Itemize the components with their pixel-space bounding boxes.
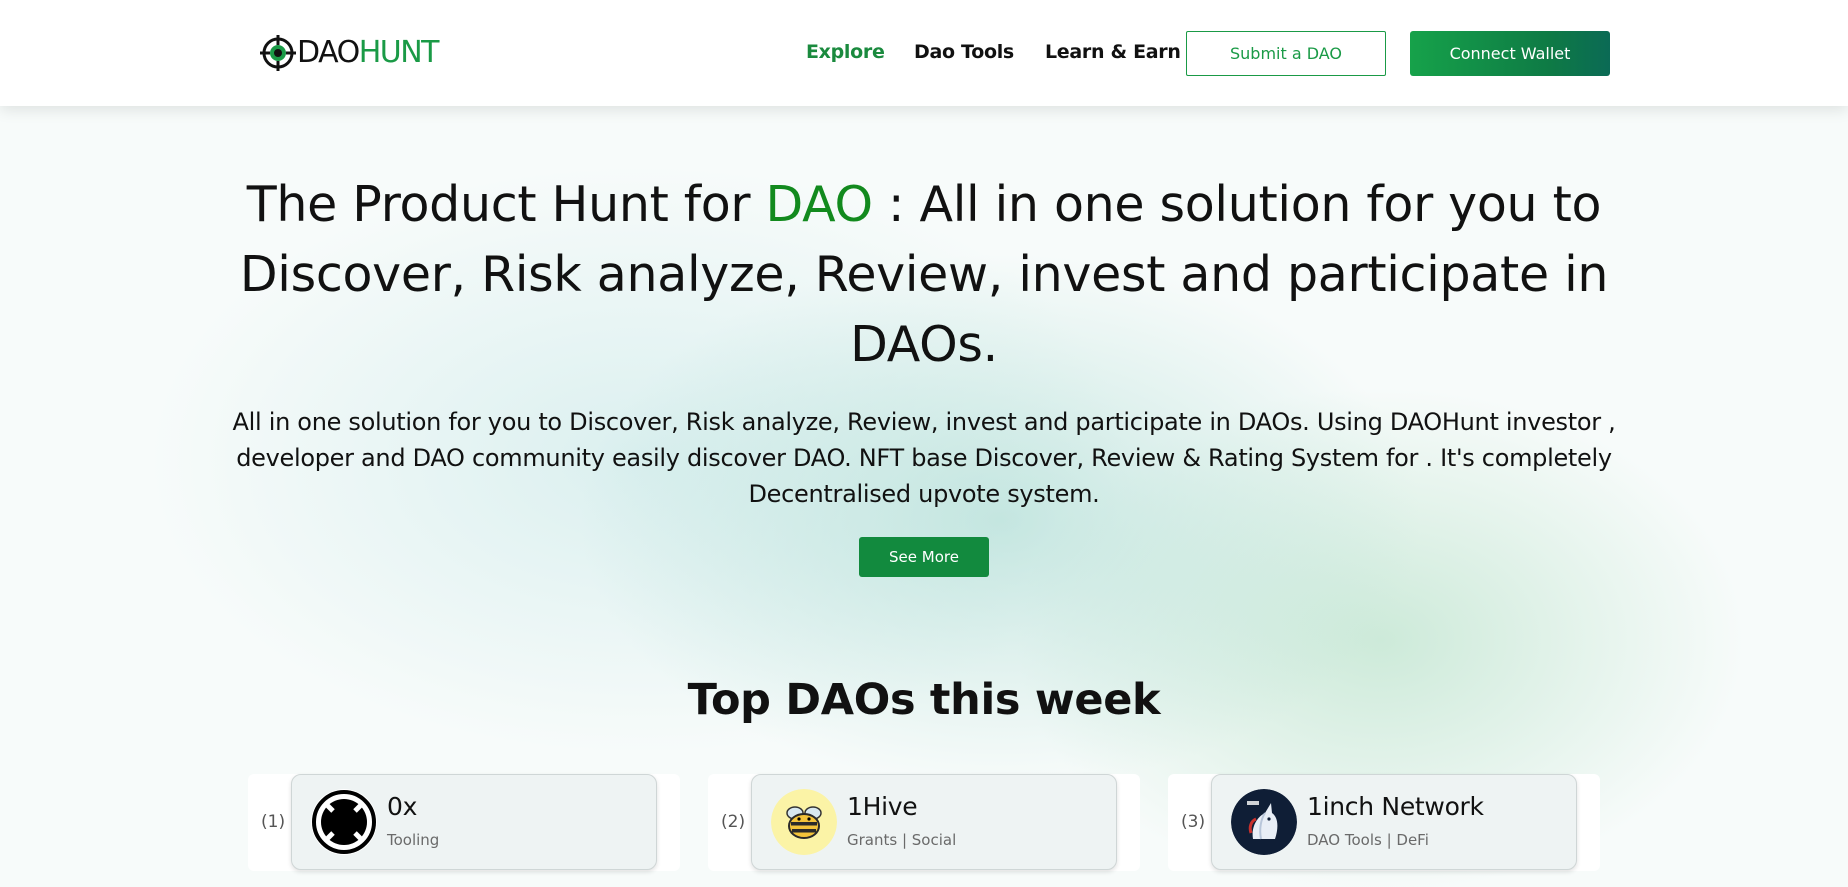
nav-explore[interactable]: Explore [806, 40, 885, 64]
logo-text-dao: DAO [297, 35, 360, 70]
dao-name: 1inch Network [1307, 792, 1484, 821]
dao-card[interactable]: 1Hive Grants | Social [751, 774, 1117, 870]
top-dao-card-1[interactable]: (1) 0x Tooling [248, 774, 680, 871]
hero-description: All in one solution for you to Discover,… [232, 408, 1616, 508]
top-navbar: DAOHUNT Explore Dao Tools Learn & Earn S… [0, 0, 1848, 106]
dao-tags: DAO Tools | DeFi [1307, 831, 1429, 849]
dao-name: 1Hive [847, 792, 918, 821]
dao-card[interactable]: 1inch Network DAO Tools | DeFi [1211, 774, 1577, 870]
unicorn-icon [1231, 789, 1297, 855]
crosshair-icon [260, 35, 296, 71]
rank-number: (3) [1181, 812, 1206, 832]
bee-icon [771, 789, 837, 855]
daohunt-logo[interactable]: DAOHUNT [260, 33, 440, 73]
submit-dao-button[interactable]: Submit a DAO [1186, 31, 1386, 76]
nav-learn-earn[interactable]: Learn & Earn [1045, 40, 1181, 64]
hero-title-part1: The Product Hunt for [246, 176, 766, 233]
dao-name: 0x [387, 792, 418, 821]
logo-text-hunt: HUNT [358, 35, 440, 70]
connect-wallet-button[interactable]: Connect Wallet [1410, 31, 1610, 76]
dao-card[interactable]: 0x Tooling [291, 774, 657, 870]
top-dao-card-3[interactable]: (3) 1inch Network DAO Tools | DeFi [1168, 774, 1600, 871]
rank-number: (2) [721, 812, 746, 832]
hero-title-accent: DAO [765, 176, 874, 233]
top-daos-title: Top DAOs this week [687, 675, 1161, 725]
logo-text: DAOHUNT [297, 35, 440, 70]
dao-tags: Tooling [387, 831, 440, 849]
nav-dao-tools[interactable]: Dao Tools [914, 40, 1014, 64]
top-dao-card-2[interactable]: (2) 1Hive Grants | Social [708, 774, 1140, 871]
0x-logo-icon [311, 789, 377, 855]
dao-tags: Grants | Social [847, 831, 957, 849]
see-more-button[interactable]: See More [859, 537, 989, 577]
rank-number: (1) [261, 812, 286, 832]
hero-title: The Product Hunt for DAO : All in one so… [224, 170, 1624, 380]
